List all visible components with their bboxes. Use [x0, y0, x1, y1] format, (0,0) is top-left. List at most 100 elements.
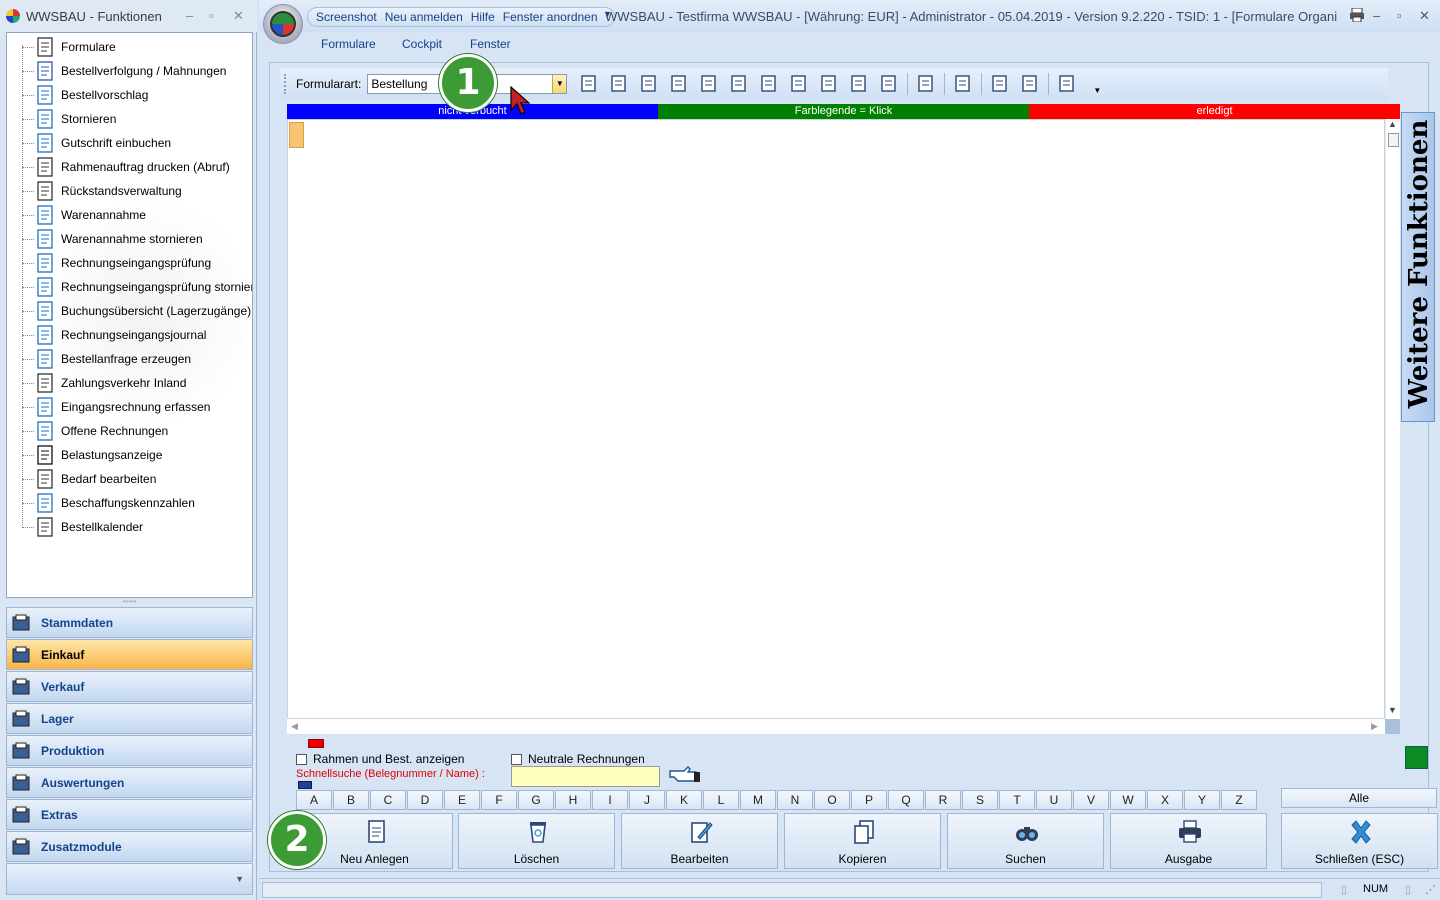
tree-item[interactable]: Rahmenauftrag drucken (Abruf) — [7, 155, 252, 179]
tab-cockpit[interactable]: Cockpit — [402, 37, 442, 51]
alpha-filter-m[interactable]: M — [740, 790, 776, 810]
forms-grid[interactable] — [287, 119, 1385, 719]
maximize-icon[interactable]: ▫ — [1397, 8, 1402, 23]
tree-item[interactable]: Bestellkalender — [7, 515, 252, 539]
info-document-icon[interactable] — [847, 73, 871, 95]
nav-extras[interactable]: Extras — [6, 799, 253, 830]
nav-zusatzmodule[interactable]: Zusatzmodule — [6, 831, 253, 862]
tree-item[interactable]: Eingangsrechnung erfassen — [7, 395, 252, 419]
tab-fenster[interactable]: Fenster — [470, 37, 511, 51]
qat-screenshot[interactable]: Screenshot — [316, 10, 377, 24]
alpha-filter-w[interactable]: W — [1110, 790, 1146, 810]
alpha-filter-g[interactable]: G — [518, 790, 554, 810]
suchen-button[interactable]: Suchen — [947, 813, 1104, 869]
alpha-filter-k[interactable]: K — [666, 790, 702, 810]
scroll-right-icon[interactable]: ▶ — [1371, 721, 1378, 732]
alpha-filter-c[interactable]: C — [370, 790, 406, 810]
alpha-filter-h[interactable]: H — [555, 790, 591, 810]
nav-stammdaten[interactable]: Stammdaten — [6, 607, 253, 638]
nav-einkauf[interactable]: Einkauf — [6, 639, 253, 670]
close-icon[interactable]: ✕ — [1419, 8, 1430, 24]
tree-item[interactable]: Rechnungseingangsjournal — [7, 323, 252, 347]
qat-relogin[interactable]: Neu anmelden — [385, 10, 463, 24]
alpha-filter-i[interactable]: I — [592, 790, 628, 810]
alpha-filter-x[interactable]: X — [1147, 790, 1183, 810]
tree-item[interactable]: Stornieren — [7, 107, 252, 131]
tree-item[interactable]: Rechnungseingangsprüfung stornieren — [7, 275, 252, 299]
tree-item[interactable]: Rechnungseingangsprüfung — [7, 251, 252, 275]
alpha-filter-u[interactable]: U — [1036, 790, 1072, 810]
tab-formulare[interactable]: Formulare — [321, 37, 376, 51]
handtruck-cancel-icon[interactable] — [637, 73, 661, 95]
alpha-filter-s[interactable]: S — [962, 790, 998, 810]
tree-item[interactable]: Gutschrift einbuchen — [7, 131, 252, 155]
alpha-filter-r[interactable]: R — [925, 790, 961, 810]
quicksearch-input[interactable] — [511, 766, 660, 787]
alpha-filter-z[interactable]: Z — [1221, 790, 1257, 810]
tree-item[interactable]: Bedarf bearbeiten — [7, 467, 252, 491]
application-menu-button[interactable] — [263, 4, 303, 44]
scroll-up-icon[interactable]: ▲ — [1388, 119, 1397, 129]
alpha-filter-e[interactable]: E — [444, 790, 480, 810]
nav-auswertungen[interactable]: Auswertungen — [6, 767, 253, 798]
legend-click[interactable]: Farblegende = Klick — [658, 104, 1029, 119]
löschen-button[interactable]: Löschen — [458, 813, 615, 869]
tree-item[interactable]: Bestellvorschlag — [7, 83, 252, 107]
close-icon[interactable]: ✕ — [233, 8, 244, 24]
cart-icon[interactable] — [727, 73, 751, 95]
alpha-filter-v[interactable]: V — [1073, 790, 1109, 810]
pointing-hand-icon[interactable] — [668, 763, 702, 787]
alpha-filter-q[interactable]: Q — [888, 790, 924, 810]
horizontal-scrollbar[interactable]: ◀ ▶ — [287, 719, 1385, 734]
page-portrait-icon[interactable] — [988, 73, 1012, 95]
tree-item[interactable]: Offene Rechnungen — [7, 419, 252, 443]
alpha-filter-j[interactable]: J — [629, 790, 665, 810]
checkbox-box[interactable] — [296, 753, 307, 765]
neutral-invoices-checkbox[interactable]: Neutrale Rechnungen — [511, 752, 645, 766]
tree-item[interactable]: Warenannahme — [7, 203, 252, 227]
scroll-left-icon[interactable]: ◀ — [291, 721, 298, 732]
page-frame-icon[interactable] — [1018, 73, 1042, 95]
weitere-funktionen-tab[interactable]: Weitere Funktionen — [1401, 112, 1435, 422]
handtruck-icon[interactable] — [607, 73, 631, 95]
tree-item[interactable]: Bestellverfolgung / Mahnungen — [7, 59, 252, 83]
alpha-filter-y[interactable]: Y — [1184, 790, 1220, 810]
checkbox-box[interactable] — [511, 753, 522, 765]
scroll-thumb[interactable] — [1388, 133, 1399, 147]
alle-button[interactable]: Alle — [1281, 788, 1437, 808]
book-cancel-icon[interactable] — [787, 73, 811, 95]
legend-done[interactable]: erledigt — [1029, 104, 1400, 119]
alpha-filter-n[interactable]: N — [777, 790, 813, 810]
stamp-icon[interactable] — [877, 73, 901, 95]
tree-item[interactable]: Bestellanfrage erzeugen — [7, 347, 252, 371]
tree-item[interactable]: Beschaffungskennzahlen — [7, 491, 252, 515]
schließen-esc-button[interactable]: Schließen (ESC) — [1281, 813, 1438, 869]
minimize-icon[interactable]: – — [1373, 8, 1380, 23]
alpha-filter-p[interactable]: P — [851, 790, 887, 810]
scroll-down-icon[interactable]: ▼ — [1388, 705, 1397, 715]
alpha-filter-d[interactable]: D — [407, 790, 443, 810]
nav-produktion[interactable]: Produktion — [6, 735, 253, 766]
bearbeiten-button[interactable]: Bearbeiten — [621, 813, 778, 869]
toolbar-grip[interactable] — [284, 74, 286, 94]
row-selector[interactable] — [289, 122, 304, 148]
resize-grip-icon[interactable]: ⋰ — [1425, 883, 1436, 896]
minimize-icon[interactable]: – — [186, 8, 193, 23]
qat-arrange-windows[interactable]: Fenster anordnen — [503, 10, 598, 24]
chevron-down-icon[interactable]: ▼ — [552, 75, 567, 93]
nav-lager[interactable]: Lager — [6, 703, 253, 734]
alpha-filter-t[interactable]: T — [999, 790, 1035, 810]
euro-cancel-icon[interactable] — [697, 73, 721, 95]
toolbar-overflow-icon[interactable]: ▼ — [1085, 73, 1109, 95]
vertical-scrollbar[interactable]: ▲ ▼ — [1385, 119, 1400, 719]
basket-icon[interactable] — [1055, 73, 1079, 95]
alpha-filter-f[interactable]: F — [481, 790, 517, 810]
tree-item[interactable]: Belastungsanzeige — [7, 443, 252, 467]
sort-icon[interactable] — [951, 73, 975, 95]
show-frames-checkbox[interactable]: Rahmen und Best. anzeigen — [296, 752, 464, 766]
splitter-grip[interactable]: ••••• — [6, 598, 253, 606]
qat-help[interactable]: Hilfe — [471, 10, 495, 24]
alpha-filter-b[interactable]: B — [333, 790, 369, 810]
clipboard-icon[interactable] — [577, 73, 601, 95]
tree-item[interactable]: Buchungsübersicht (Lagerzugänge) — [7, 299, 252, 323]
